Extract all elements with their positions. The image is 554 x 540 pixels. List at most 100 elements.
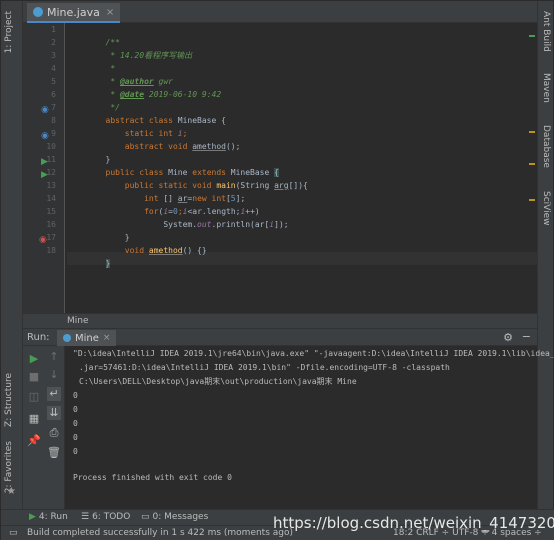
line-number: 9 [51,129,56,138]
run-tab-mine[interactable]: Mine × [57,330,117,346]
console-line: Process finished with exit code 0 [73,473,232,482]
watermark: https://blog.csdn.net/weixin_41473206 [273,514,554,532]
up-arrow-icon[interactable]: ↑ [47,350,61,364]
run-tab-label: Mine [75,332,99,344]
console-line: .jar=57461:D:\idea\IntelliJ IDEA 2019.1\… [79,363,450,372]
line-number: 6 [51,90,56,99]
delete-icon[interactable]: 🗑 [47,446,61,460]
inspection-ok-marker[interactable] [529,35,535,37]
implemented-icon[interactable]: ◉ [41,132,49,141]
console-line: C:\Users\DELL\Desktop\java期末\out\product… [79,377,357,386]
code-line: * @author gwr [105,77,173,86]
breadcrumb-item[interactable]: Mine [67,316,89,326]
run-panel-title: Run: [27,332,50,343]
run-tool-tab[interactable]: ▶ 4: Run [29,512,68,522]
todo-tool-tab[interactable]: ☰ 6: TODO [81,512,130,522]
run-icon: ▶ [29,512,36,522]
structure-tool-tab[interactable]: Z: Structure [4,373,14,427]
soft-wrap-icon[interactable]: ↵ [47,387,61,401]
run-tool-tab-label: 4: Run [38,512,68,522]
todo-tool-tab-label: 6: TODO [92,512,131,522]
down-arrow-icon[interactable]: ↓ [47,368,61,382]
editor-gutter: 1 2 3 4 5 6 7 8 9 10 11 12 13 14 15 16 1… [23,23,65,313]
minimize-icon[interactable]: − [522,330,531,343]
line-number: 14 [46,194,56,203]
star-icon: ★ [7,486,16,497]
line-number: 15 [46,207,56,216]
ant-build-tool-tab[interactable]: Ant Build [541,11,551,52]
java-class-icon [33,7,43,17]
code-editor[interactable]: 1 2 3 4 5 6 7 8 9 10 11 12 13 14 15 16 1… [23,23,537,313]
code-line: } [105,233,130,242]
run-toolbar: ▶ ↑ ■ ↓ ◫ ↵ ▦ ⇊ 📌 ⎙ 🗑 [23,346,65,509]
message-icon: ▭ [141,512,150,522]
code-area[interactable]: /** * 14.20看程序写输出 * * @author gwr * @dat… [67,23,537,313]
line-number: 10 [46,142,56,151]
list-icon: ☰ [81,512,90,522]
line-number: 8 [51,116,56,125]
line-number: 3 [51,51,56,60]
editor-tab-bar: Mine.java × [23,1,537,23]
console-output[interactable]: "D:\idea\IntelliJ IDEA 2019.1\jre64\bin\… [65,346,554,509]
code-line: } [105,259,111,268]
close-icon[interactable]: × [106,7,114,18]
line-number: 18 [46,246,56,255]
rerun-icon[interactable]: ▶ [27,352,41,366]
code-line: * 14.20看程序写输出 [105,51,193,60]
line-number: 7 [51,103,56,112]
editor-tab-mine-java[interactable]: Mine.java × [27,3,121,23]
line-number: 1 [51,25,56,34]
ide-window: 1: Project Z: Structure 2: Favorites ★ A… [0,0,554,540]
messages-tool-tab[interactable]: ▭ 0: Messages [141,512,208,522]
line-number: 5 [51,77,56,86]
console-line: 0 [73,433,78,442]
code-line: void amethod() {} [105,246,207,255]
run-gutter-icon[interactable]: ▶ [41,158,48,167]
project-tool-tab[interactable]: 1: Project [4,11,14,53]
code-line: */ [105,103,120,112]
code-line: /** [105,38,120,47]
console-line: "D:\idea\IntelliJ IDEA 2019.1\jre64\bin\… [73,349,554,358]
status-message[interactable]: Build completed successfully in 1 s 422 … [27,528,293,538]
warning-stripe-marker[interactable] [529,131,535,133]
breadcrumb[interactable]: Mine [23,313,537,328]
editor-tab-label: Mine.java [47,5,100,19]
implemented-icon[interactable]: ◉ [41,106,49,115]
messages-tool-tab-label: 0: Messages [152,512,209,522]
code-line: public class Mine extends MineBase { [105,168,279,177]
code-line: static int i; [105,129,188,138]
code-line: abstract void amethod(); [105,142,241,151]
code-line: public static void main(String arg[]){ [105,181,308,190]
pin-icon[interactable]: 📌 [27,434,41,448]
code-line: System.out.println(ar[i]); [105,220,289,229]
warning-stripe-marker[interactable] [529,163,535,165]
scroll-to-end-icon[interactable]: ⇊ [47,406,61,420]
console-line: 0 [73,447,78,456]
close-icon[interactable]: × [103,333,111,343]
layout-toggle-icon[interactable]: ▭ [9,528,18,538]
console-line: 0 [73,419,78,428]
stop-icon[interactable]: ■ [27,370,41,384]
sciview-tool-tab[interactable]: SciView [541,191,551,226]
code-line: abstract class MineBase { [105,116,226,125]
run-gutter-icon[interactable]: ▶ [41,171,48,180]
right-tool-strip: Ant Build Maven Database SciView [537,1,553,509]
line-number: 4 [51,64,56,73]
code-line: for(i=0;i<ar.length;i++) [105,207,260,216]
print-icon[interactable]: ⎙ [47,426,61,440]
java-class-icon [63,334,71,342]
warning-stripe-marker[interactable] [529,199,535,201]
database-tool-tab[interactable]: Database [541,125,551,168]
line-number: 16 [46,220,56,229]
code-line: * @date 2019-06-10 9:42 [105,90,222,99]
layout-icon[interactable]: ▦ [27,412,41,426]
code-line: * [105,64,116,73]
gear-icon[interactable]: ⚙ [503,331,513,344]
code-line: } [105,155,111,164]
run-panel-header: Run: Mine × ⚙ − [23,328,537,346]
rerun-failed-icon[interactable]: ◫ [27,390,41,404]
left-tool-strip: 1: Project Z: Structure 2: Favorites ★ [1,1,23,509]
overrides-icon[interactable]: ◉ [39,236,47,245]
maven-tool-tab[interactable]: Maven [541,73,551,103]
console-line: 0 [73,391,78,400]
